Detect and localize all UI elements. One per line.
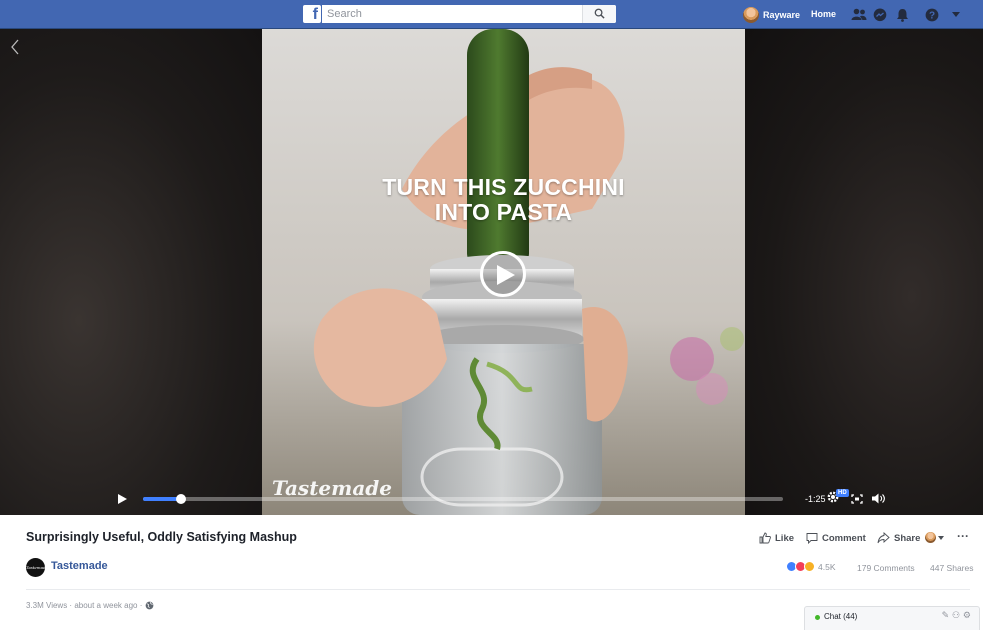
shares-count-link[interactable]: 447 Shares <box>930 563 973 573</box>
like-label: Like <box>775 532 795 544</box>
play-pause-button[interactable] <box>118 494 127 504</box>
time-remaining: -1:25 <box>805 494 826 504</box>
chevron-down-icon <box>938 535 944 540</box>
center-play-button[interactable] <box>480 251 526 297</box>
avatar <box>925 532 936 543</box>
page-name-link[interactable]: Tastemade <box>51 560 108 572</box>
account-menu-icon[interactable] <box>952 12 960 18</box>
progress-bar[interactable] <box>143 494 783 504</box>
share-label: Share <box>894 532 921 544</box>
notifications-icon[interactable] <box>896 8 909 22</box>
comment-button[interactable]: Comment <box>806 532 866 544</box>
video-backdrop-left <box>0 29 262 515</box>
search-input[interactable] <box>322 5 582 23</box>
views-text: 3.3M Views · about a week ago · <box>26 601 143 610</box>
chat-label: Chat (44) <box>824 612 858 621</box>
video-overlay-title: TURN THIS ZUCCHINI INTO PASTA <box>262 175 745 225</box>
reactions-count: 4.5K <box>818 561 836 572</box>
video-backdrop-right <box>745 29 983 515</box>
facebook-logo-icon[interactable]: f <box>303 5 321 23</box>
comment-label: Comment <box>822 532 866 544</box>
post-title: Surprisingly Useful, Oddly Satisfying Ma… <box>26 530 297 544</box>
overlay-title-line-1: TURN THIS ZUCCHINI <box>382 174 625 200</box>
search-icon <box>594 8 605 19</box>
like-button[interactable]: Like <box>759 532 794 544</box>
comments-count-link[interactable]: 179 Comments <box>857 563 915 573</box>
profile-link[interactable]: Rayware <box>743 7 800 23</box>
chat-tab[interactable]: Chat (44) ✎ ⚇ ⚙ <box>804 606 980 630</box>
post-info-panel: Surprisingly Useful, Oddly Satisfying Ma… <box>0 515 983 630</box>
help-icon[interactable]: ? <box>925 8 939 22</box>
fullscreen-icon[interactable] <box>851 494 863 504</box>
top-navigation-bar: f Rayware Home ? <box>0 0 983 29</box>
friend-requests-icon[interactable] <box>851 8 867 21</box>
user-name: Rayware <box>763 10 801 20</box>
comment-icon <box>806 533 818 544</box>
home-link[interactable]: Home <box>811 9 836 19</box>
search-button[interactable] <box>582 5 616 23</box>
share-as-selector[interactable] <box>925 532 948 543</box>
search-box <box>322 5 616 23</box>
online-status-icon <box>815 615 820 620</box>
page-avatar[interactable]: Tastemade <box>26 558 45 577</box>
hd-quality-badge: HD <box>836 489 849 497</box>
play-icon <box>497 265 515 285</box>
globe-icon <box>145 601 154 610</box>
reactions-summary[interactable]: 4.5K <box>786 561 836 572</box>
thumbs-up-icon <box>759 532 771 544</box>
video-player[interactable]: TURN THIS ZUCCHINI INTO PASTA Tastemade … <box>0 29 983 515</box>
video-frame[interactable]: TURN THIS ZUCCHINI INTO PASTA Tastemade <box>262 29 745 515</box>
divider <box>26 589 970 590</box>
avatar <box>743 7 759 23</box>
messenger-icon[interactable] <box>873 8 887 22</box>
chat-options-icons[interactable]: ✎ ⚇ ⚙ <box>942 611 971 621</box>
back-arrow-icon[interactable] <box>10 39 20 55</box>
volume-icon[interactable] <box>872 493 886 504</box>
share-icon <box>877 532 890 544</box>
svg-text:?: ? <box>929 11 935 22</box>
more-options-button[interactable]: ··· <box>957 529 969 543</box>
share-button[interactable]: Share <box>877 532 920 544</box>
views-and-time: 3.3M Views · about a week ago · <box>26 601 154 610</box>
overlay-title-line-2: INTO PASTA <box>434 199 573 225</box>
wow-reaction-icon <box>804 561 815 572</box>
